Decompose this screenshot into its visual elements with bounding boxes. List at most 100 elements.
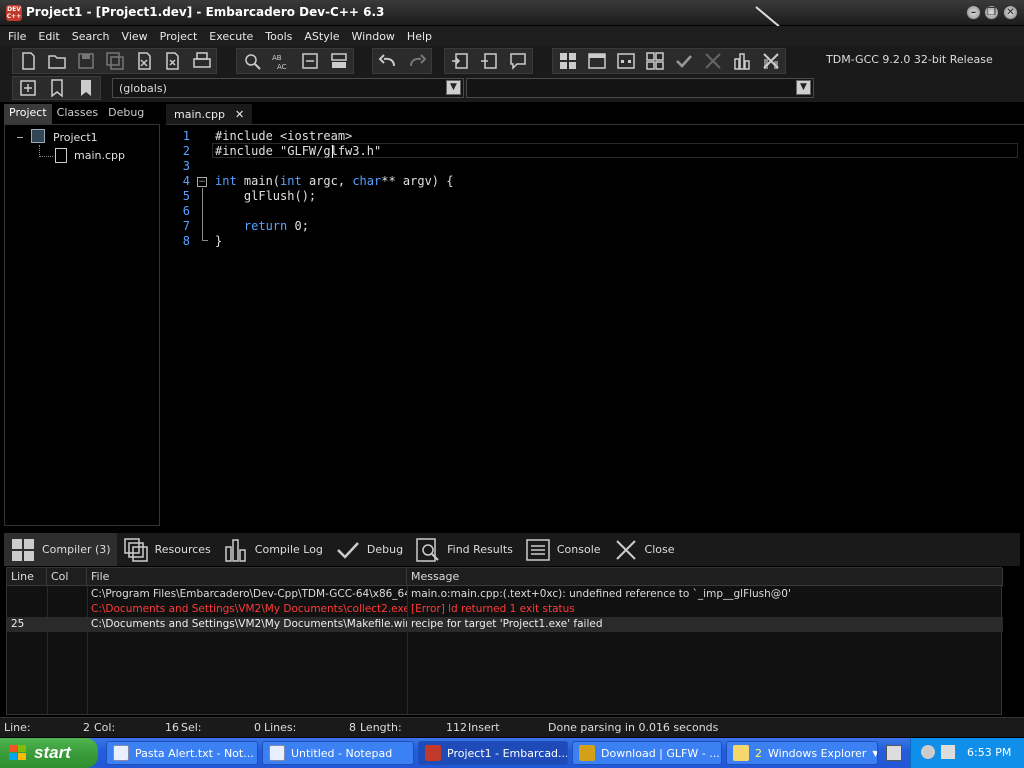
tab-compiler-label: Compiler (3): [42, 543, 111, 556]
bookmark-icon[interactable]: [42, 77, 71, 99]
run-icon[interactable]: [582, 49, 611, 73]
delete-profile-icon[interactable]: [756, 49, 785, 73]
task-group-chevron-icon[interactable]: ▼: [872, 749, 877, 758]
tab-find-results[interactable]: Find Results: [409, 533, 519, 566]
goto-bookmark-icon[interactable]: [71, 77, 100, 99]
new-file-icon[interactable]: [13, 49, 42, 73]
task-download-glfw[interactable]: Download | GLFW - ...: [572, 741, 722, 765]
tree-item-project1[interactable]: Project1: [53, 131, 98, 144]
start-button[interactable]: start: [0, 738, 98, 768]
close-file-icon[interactable]: [129, 49, 158, 73]
save-all-icon[interactable]: [100, 49, 129, 73]
goto-line-icon[interactable]: [295, 49, 324, 73]
cell-message: [Error] ld returned 1 exit status: [411, 603, 575, 615]
stop-execution-icon[interactable]: [698, 49, 727, 73]
line-number: 5: [182, 189, 190, 203]
close-window-button[interactable]: ✕: [1003, 5, 1018, 20]
tab-debug[interactable]: Debug: [103, 104, 149, 124]
compiler-select[interactable]: TDM-GCC 9.2.0 32-bit Release: [820, 50, 1020, 72]
indent-icon[interactable]: [445, 49, 474, 73]
tree-connector: [39, 156, 53, 157]
tab-compiler[interactable]: Compiler (3): [4, 533, 117, 566]
table-row[interactable]: C:\Program Files\Embarcadero\Dev-Cpp\TDM…: [7, 587, 1003, 602]
fold-collapse-icon[interactable]: −: [197, 177, 207, 187]
table-row-selected[interactable]: 25 C:\Documents and Settings\VM2\My Docu…: [7, 617, 1003, 632]
menu-tools[interactable]: Tools: [259, 30, 298, 43]
menu-project[interactable]: Project: [154, 30, 204, 43]
compile-run-icon[interactable]: [611, 49, 640, 73]
menu-window[interactable]: Window: [346, 30, 401, 43]
tab-resources[interactable]: Resources: [117, 533, 217, 566]
maximize-button[interactable]: ❐: [984, 5, 999, 20]
column-header-file[interactable]: File: [87, 568, 407, 586]
network-icon[interactable]: [921, 745, 935, 759]
menu-view[interactable]: View: [116, 30, 154, 43]
replace-icon[interactable]: AB AC: [266, 49, 295, 73]
task-untitled-notepad[interactable]: Untitled - Notepad: [262, 741, 414, 765]
column-header-line[interactable]: Line: [7, 568, 47, 586]
rebuild-all-icon[interactable]: [640, 49, 669, 73]
menu-file[interactable]: File: [2, 30, 32, 43]
status-sel-label: Sel:: [181, 721, 202, 734]
tab-debug-bottom[interactable]: Debug: [329, 533, 409, 566]
tab-compile-log[interactable]: Compile Log: [217, 533, 329, 566]
tab-classes[interactable]: Classes: [52, 104, 103, 124]
profile-icon[interactable]: [727, 49, 756, 73]
cell-line: 25: [11, 618, 25, 630]
menu-astyle[interactable]: AStyle: [298, 30, 345, 43]
close-panel-button[interactable]: Close: [607, 533, 681, 566]
undo-icon[interactable]: [373, 49, 402, 73]
table-row[interactable]: C:\Documents and Settings\VM2\My Documen…: [7, 602, 1003, 617]
mouse-cursor-icon: [755, 6, 780, 28]
tree-expander-icon[interactable]: [17, 137, 23, 138]
scope-select[interactable]: (globals): [112, 78, 464, 98]
window-title: Project1 - [Project1.dev] - Embarcadero …: [26, 5, 385, 19]
menu-help[interactable]: Help: [401, 30, 438, 43]
undo-toolbar-group: [372, 48, 432, 74]
tree-item-main-cpp[interactable]: main.cpp: [74, 149, 125, 162]
volume-icon[interactable]: [941, 745, 955, 759]
tab-console[interactable]: Console: [519, 533, 607, 566]
syntax-check-icon[interactable]: [669, 49, 698, 73]
task-label: Windows Explorer: [768, 746, 867, 760]
toggle-bookmark-icon[interactable]: [324, 49, 353, 73]
insert-icon[interactable]: [13, 77, 42, 99]
minimize-button[interactable]: –: [966, 5, 981, 20]
comment-icon[interactable]: [503, 49, 532, 73]
column-header-col[interactable]: Col: [47, 568, 87, 586]
status-sel-value: 0: [254, 721, 261, 734]
menu-execute[interactable]: Execute: [203, 30, 259, 43]
title-bar: DEV C++ Project1 - [Project1.dev] - Emba…: [0, 0, 1024, 28]
tab-console-label: Console: [556, 543, 601, 556]
column-header-message[interactable]: Message: [407, 568, 1003, 586]
left-panel-tabs: Project Classes Debug: [4, 104, 164, 124]
task-group-count: 2: [755, 746, 762, 760]
menu-search[interactable]: Search: [66, 30, 116, 43]
line-number: 1: [182, 129, 190, 143]
code-editor[interactable]: 1 2 3 4 5 6 7 8 − #include <iostream> #i…: [166, 124, 1024, 528]
task-devcpp[interactable]: Project1 - Embarcad...: [418, 741, 568, 765]
clock[interactable]: 6:53 PM: [967, 746, 1011, 759]
member-select[interactable]: [466, 78, 814, 98]
compile-icon[interactable]: [553, 49, 582, 73]
task-windows-explorer[interactable]: 2 Windows Explorer ▼: [726, 741, 878, 765]
close-tab-icon[interactable]: ✕: [235, 108, 244, 121]
scope-dropdown-chevron-icon[interactable]: ▼: [446, 80, 461, 95]
redo-icon[interactable]: [402, 49, 431, 73]
print-icon[interactable]: [187, 49, 216, 73]
task-pasta-alert[interactable]: Pasta Alert.txt - Not...: [106, 741, 258, 765]
find-icon[interactable]: [237, 49, 266, 73]
save-icon[interactable]: [71, 49, 100, 73]
tab-find-results-label: Find Results: [447, 543, 513, 556]
member-dropdown-chevron-icon[interactable]: ▼: [796, 80, 811, 95]
open-folder-icon[interactable]: [42, 49, 71, 73]
unindent-icon[interactable]: [474, 49, 503, 73]
cell-line: [7, 602, 47, 617]
keyboard-icon[interactable]: [886, 745, 902, 761]
close-all-icon[interactable]: [158, 49, 187, 73]
debug-check-icon: [337, 541, 359, 559]
menu-edit[interactable]: Edit: [32, 30, 65, 43]
tab-main-cpp[interactable]: main.cpp ✕: [166, 104, 253, 124]
tab-project[interactable]: Project: [4, 104, 52, 124]
line-number: 6: [182, 204, 190, 218]
